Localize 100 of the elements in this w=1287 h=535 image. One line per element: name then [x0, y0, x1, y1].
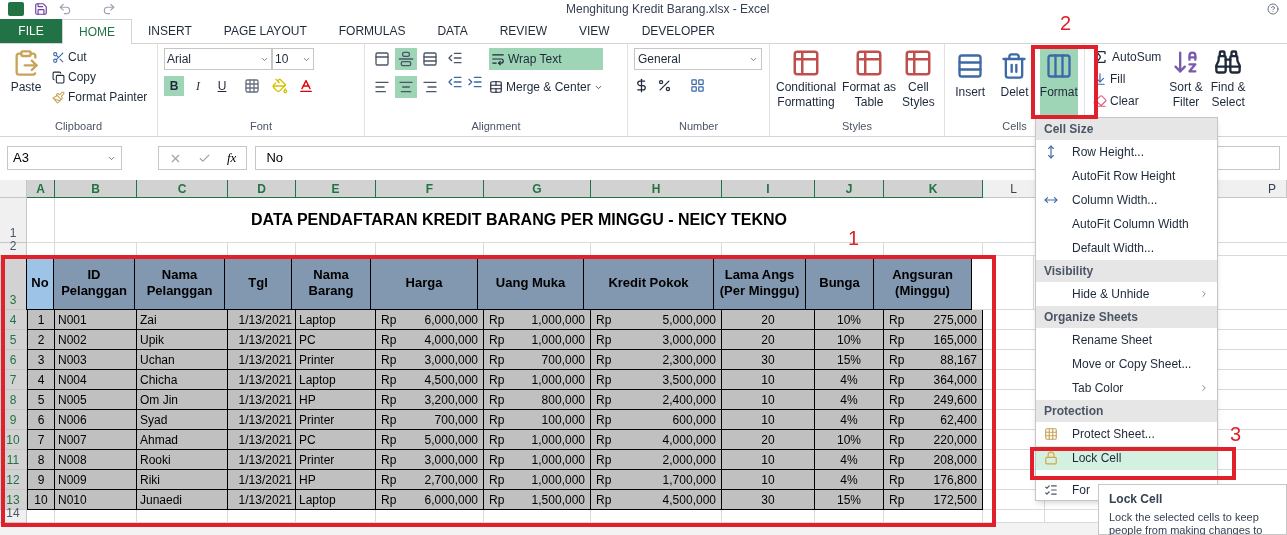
table-cell-text: 1,700,000	[662, 471, 716, 489]
column-heading: Angsuran (Minggu)	[873, 256, 972, 310]
group-label: Styles	[842, 118, 872, 134]
table-cell-text: 1,000,000	[531, 471, 585, 489]
table-cell-text: N001	[58, 311, 87, 329]
table-cell-text: 2	[37, 331, 45, 349]
group-label: Cells	[1002, 118, 1027, 134]
step-number: 1	[848, 227, 860, 249]
table-cell-text: 20	[761, 431, 775, 449]
currency-symbol: Rp	[889, 371, 905, 389]
table-cell-text: Ahmad	[140, 431, 179, 449]
table-cell-text: HP	[299, 391, 316, 409]
table-cell-text: PC	[299, 331, 316, 349]
table-cell-text: 249,600	[933, 391, 977, 409]
table-cell-text: 800,000	[541, 391, 585, 409]
table-cell-text: 88,167	[940, 351, 977, 369]
table-cell-text: 1/13/2021	[238, 311, 292, 329]
currency-symbol: Rp	[381, 451, 397, 469]
step-number: 2	[1060, 12, 1072, 34]
currency-symbol: Rp	[381, 371, 397, 389]
window-title: Menghitung Kredit Barang.xlsx - Excel	[566, 1, 770, 18]
table-cell-text: N002	[58, 331, 87, 349]
table-cell-text: 3,500,000	[662, 371, 716, 389]
table-cell-text: Laptop	[299, 371, 336, 389]
column-heading: Harga	[370, 256, 478, 310]
table-cell-text: N004	[58, 371, 87, 389]
currency-symbol: Rp	[889, 311, 905, 329]
table-cell-text: Printer	[299, 411, 335, 429]
table-cell-text: 10%	[837, 311, 861, 329]
table-cell-text: 1/13/2021	[238, 331, 292, 349]
table-cell-text: 1,500,000	[531, 491, 585, 509]
currency-symbol: Rp	[381, 311, 397, 329]
table-cell-text: 4%	[840, 411, 858, 429]
column-heading: No	[26, 256, 54, 310]
table-cell-text: 1/13/2021	[238, 451, 292, 469]
currency-symbol: Rp	[489, 411, 505, 429]
table-cell-text: 2,000,000	[662, 451, 716, 469]
currency-symbol: Rp	[596, 391, 612, 409]
table-cell-text: 4%	[840, 371, 858, 389]
currency-symbol: Rp	[381, 351, 397, 369]
column-heading: Bunga	[805, 256, 874, 310]
table-cell-text: 100,000	[541, 411, 585, 429]
table-cell-text: HP	[299, 471, 316, 489]
group-label: Alignment	[471, 118, 521, 134]
table-cell-text: 4,000,000	[424, 331, 478, 349]
table-cell-text: 10	[761, 411, 775, 429]
table-cell-text: 364,000	[933, 371, 977, 389]
table-cell-text: 700,000	[541, 351, 585, 369]
sheet-title: DATA PENDAFTARAN KREDIT BARANG PER MINGGU - NEICY TEKNO	[251, 210, 787, 230]
table-cell-text: 10	[761, 371, 775, 389]
currency-symbol: Rp	[596, 371, 612, 389]
table-cell-text: 1/13/2021	[238, 431, 292, 449]
table-cell-text: 4,500,000	[424, 371, 478, 389]
table-cell-text: 30	[761, 491, 775, 509]
currency-symbol: Rp	[889, 351, 905, 369]
currency-symbol: Rp	[381, 431, 397, 449]
table-cell-text: 1/13/2021	[238, 351, 292, 369]
table-cell-text: 1/13/2021	[238, 471, 292, 489]
currency-symbol: Rp	[381, 391, 397, 409]
table-cell-text: Zai	[140, 311, 157, 329]
table-cell-text: 1/13/2021	[238, 411, 292, 429]
table-cell-text: Printer	[299, 351, 335, 369]
currency-symbol: Rp	[889, 391, 905, 409]
table-cell-text: N003	[58, 351, 87, 369]
column-heading: Lama Angs (Per Minggu)	[713, 256, 806, 310]
table-cell-text: N007	[58, 431, 87, 449]
table-cell-text: 1,000,000	[531, 331, 585, 349]
table-cell-text: 2,300,000	[662, 351, 716, 369]
currency-symbol: Rp	[889, 471, 905, 489]
table-cell-text: Rooki	[140, 451, 171, 469]
menu-section-header: Organize Sheets	[1036, 306, 1217, 328]
group-label: Clipboard	[54, 118, 103, 134]
table-cell-text: 8	[37, 451, 45, 469]
table-cell-text: 62,400	[940, 411, 977, 429]
group-label: Font	[250, 118, 272, 134]
table-cell-text: 20	[761, 311, 775, 329]
table-cell-text: 220,000	[933, 431, 977, 449]
table-cell-text: 15%	[837, 491, 861, 509]
currency-symbol: Rp	[489, 471, 505, 489]
table-cell-text: Laptop	[299, 491, 336, 509]
column-heading: Nama Barang	[291, 256, 371, 310]
step-number: 3	[1230, 423, 1242, 445]
table-cell-text: 3,000,000	[424, 351, 478, 369]
table-cell-text: 176,800	[933, 471, 977, 489]
table-cell-text: 7	[37, 431, 45, 449]
currency-symbol: Rp	[381, 411, 397, 429]
table-cell-text: 4,500,000	[662, 491, 716, 509]
table-cell-text: 3	[37, 351, 45, 369]
table-cell-text: Upik	[140, 331, 164, 349]
currency-symbol: Rp	[489, 491, 505, 509]
table-cell-text: Printer	[299, 451, 335, 469]
table-cell-text: 30	[761, 351, 775, 369]
table-cell-text: 165,000	[933, 331, 977, 349]
currency-symbol: Rp	[489, 431, 505, 449]
table-cell-text: 3,000,000	[662, 331, 716, 349]
table-cell-text: 10	[761, 391, 775, 409]
menu-section-header: Protection	[1036, 400, 1217, 422]
table-cell-text: 1/13/2021	[238, 491, 292, 509]
table-cell-text: 1,000,000	[531, 451, 585, 469]
column-heading: Nama Pelanggan	[134, 256, 225, 310]
